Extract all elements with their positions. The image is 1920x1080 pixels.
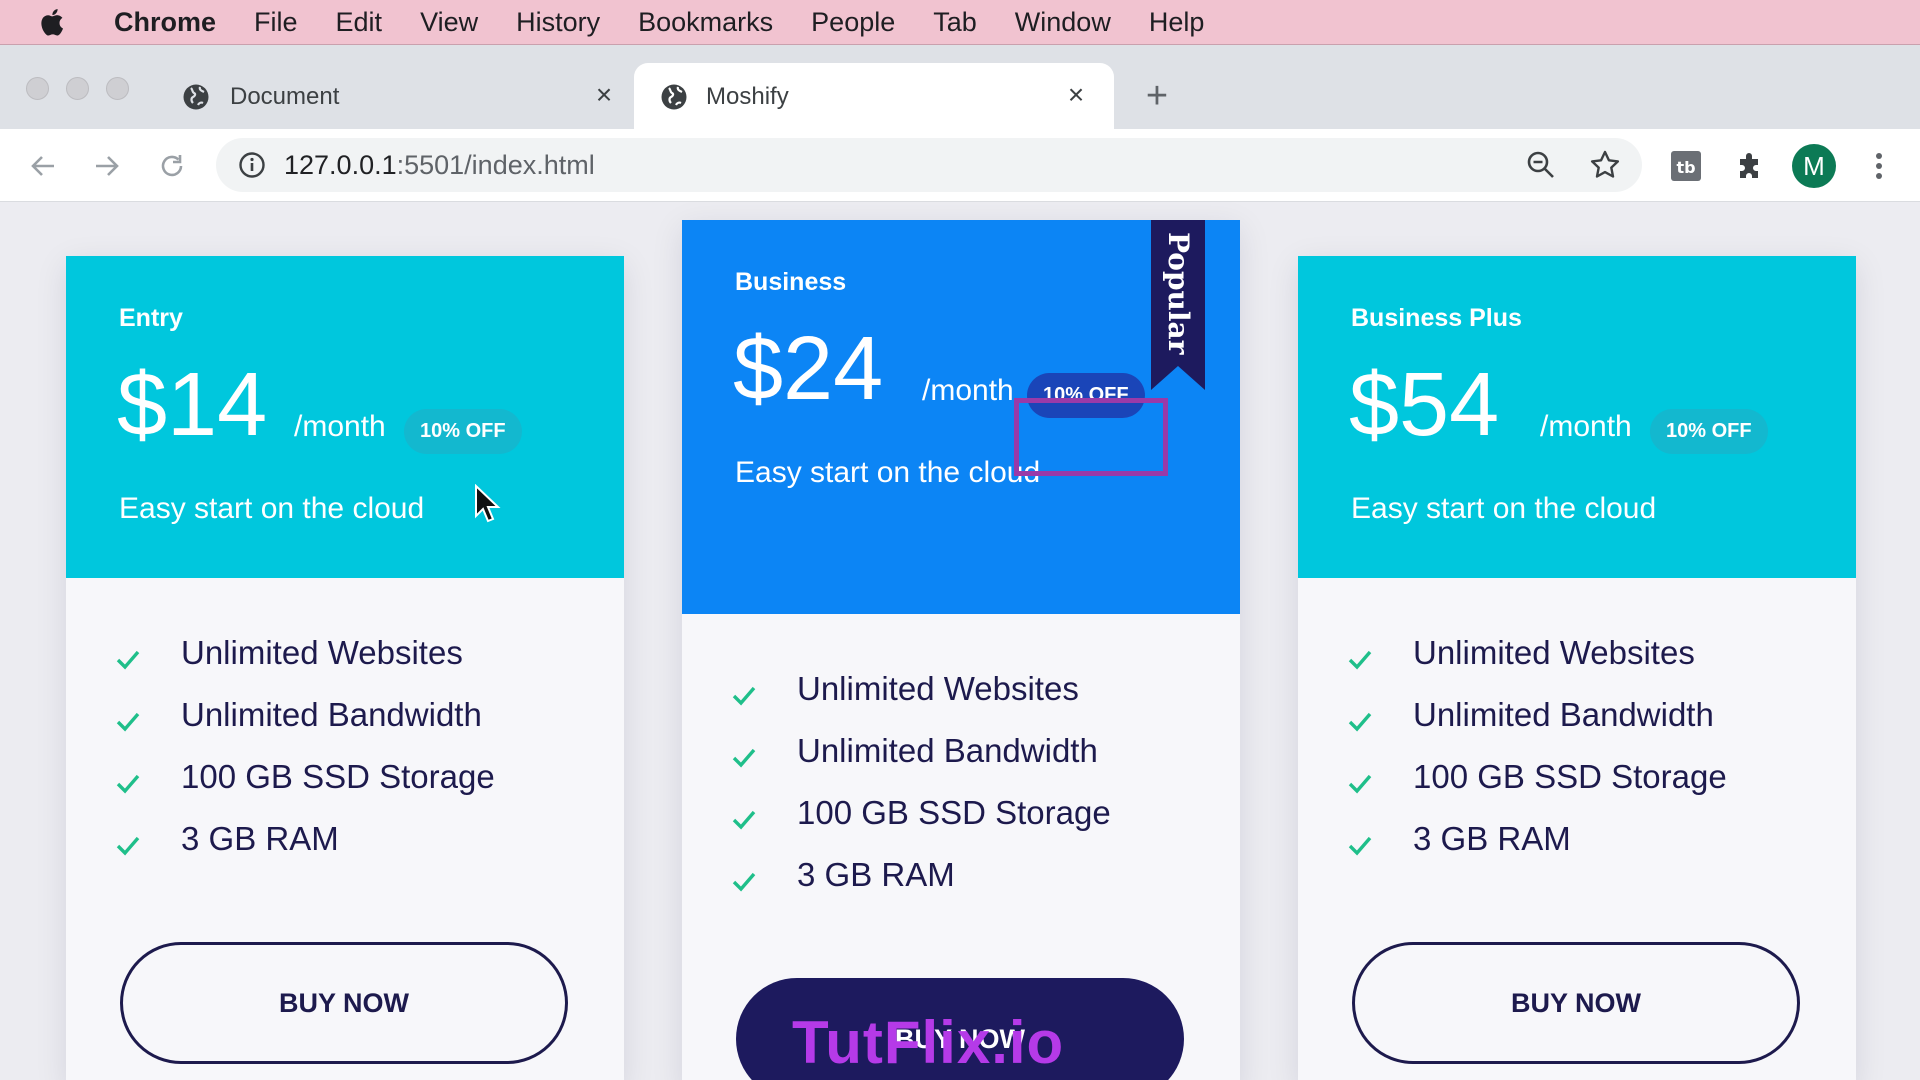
site-info-icon[interactable] bbox=[238, 151, 266, 179]
window-minimize-dot[interactable] bbox=[66, 77, 89, 100]
plan-tagline: Easy start on the cloud bbox=[119, 492, 425, 525]
tab-moshify[interactable]: Moshify × bbox=[634, 63, 1114, 129]
check-icon bbox=[1348, 774, 1372, 794]
menu-bookmarks[interactable]: Bookmarks bbox=[638, 7, 773, 38]
check-icon bbox=[732, 748, 756, 768]
extensions-puzzle-icon[interactable] bbox=[1732, 148, 1768, 184]
feature-text: 100 GB SSD Storage bbox=[797, 794, 1111, 831]
address-bar[interactable]: 127.0.0.1:5501/index.html bbox=[216, 138, 1642, 192]
plan-name: Entry bbox=[119, 304, 183, 332]
plan-price: $14 bbox=[117, 355, 268, 455]
check-icon bbox=[732, 686, 756, 706]
pricing-card-entry: Entry $14 /month 10% OFF Easy start on t… bbox=[66, 256, 624, 1080]
url-host: 127.0.0.1 bbox=[284, 150, 397, 180]
tab-title-moshify: Moshify bbox=[706, 83, 789, 110]
zoom-out-icon[interactable] bbox=[1526, 150, 1556, 180]
feature-text: Unlimited Websites bbox=[181, 634, 463, 671]
window-zoom-dot[interactable] bbox=[106, 77, 129, 100]
feature-text: 3 GB RAM bbox=[181, 820, 339, 857]
pricing-card-header: Business Plus $54 /month 10% OFF Easy st… bbox=[1298, 256, 1856, 578]
apple-logo-icon[interactable] bbox=[40, 7, 70, 37]
plan-name: Business Plus bbox=[1351, 304, 1522, 332]
plan-period: /month bbox=[922, 374, 1014, 407]
bookmark-star-icon[interactable] bbox=[1589, 149, 1621, 181]
plan-period: /month bbox=[294, 410, 386, 443]
globe-icon bbox=[660, 83, 688, 111]
more-menu-icon[interactable] bbox=[1862, 148, 1896, 184]
back-arrow-icon[interactable] bbox=[26, 149, 60, 183]
menu-help[interactable]: Help bbox=[1149, 7, 1205, 38]
feature-text: Unlimited Websites bbox=[797, 670, 1079, 707]
forward-arrow-icon[interactable] bbox=[90, 149, 124, 183]
menu-file[interactable]: File bbox=[254, 7, 298, 38]
window-close-dot[interactable] bbox=[26, 77, 49, 100]
tab-close-icon[interactable]: × bbox=[1062, 81, 1090, 109]
mouse-cursor-icon bbox=[475, 484, 501, 523]
discount-badge: 10% OFF bbox=[404, 409, 522, 454]
menu-edit[interactable]: Edit bbox=[336, 7, 383, 38]
svg-text:tb: tb bbox=[1676, 158, 1695, 177]
check-icon bbox=[116, 650, 140, 670]
url-path: :5501/index.html bbox=[396, 150, 595, 180]
check-icon bbox=[1348, 836, 1372, 856]
feature-text: Unlimited Bandwidth bbox=[797, 732, 1098, 769]
feature-text: 100 GB SSD Storage bbox=[181, 758, 495, 795]
browser-tab-strip: Document × Moshify × + bbox=[0, 45, 1920, 129]
new-tab-plus-icon[interactable]: + bbox=[1140, 77, 1174, 115]
buy-now-button[interactable]: BUY NOW bbox=[120, 942, 568, 1064]
feature-text: 3 GB RAM bbox=[797, 856, 955, 893]
highlight-annotation-box bbox=[1014, 398, 1168, 476]
buy-now-button[interactable]: BUY NOW bbox=[1352, 942, 1800, 1064]
reload-icon[interactable] bbox=[155, 149, 189, 183]
feature-text: Unlimited Bandwidth bbox=[1413, 696, 1714, 733]
menu-people[interactable]: People bbox=[811, 7, 895, 38]
menu-window[interactable]: Window bbox=[1015, 7, 1111, 38]
tab-title-document: Document bbox=[230, 83, 340, 110]
menu-app-chrome[interactable]: Chrome bbox=[114, 7, 216, 38]
menu-view[interactable]: View bbox=[420, 7, 478, 38]
check-icon bbox=[116, 836, 140, 856]
watermark-text: TutFlix.io bbox=[792, 1009, 1065, 1076]
discount-badge: 10% OFF bbox=[1650, 409, 1768, 454]
url-text[interactable]: 127.0.0.1:5501/index.html bbox=[284, 150, 595, 181]
check-icon bbox=[116, 774, 140, 794]
pricing-card-business: Business $24 /month 10% OFF Easy start o… bbox=[682, 220, 1240, 1080]
popular-ribbon-label: Popular bbox=[1162, 232, 1195, 355]
check-icon bbox=[732, 810, 756, 830]
profile-avatar[interactable]: M bbox=[1792, 144, 1836, 188]
feature-text: 100 GB SSD Storage bbox=[1413, 758, 1727, 795]
tab-document[interactable]: Document × bbox=[182, 63, 622, 129]
mac-menu-bar: Chrome File Edit View History Bookmarks … bbox=[0, 0, 1920, 45]
tab-close-icon[interactable]: × bbox=[590, 81, 618, 109]
plan-tagline: Easy start on the cloud bbox=[1351, 492, 1657, 525]
menu-tab[interactable]: Tab bbox=[933, 7, 977, 38]
menu-history[interactable]: History bbox=[516, 7, 600, 38]
globe-icon bbox=[182, 83, 210, 111]
pricing-card-header: Entry $14 /month 10% OFF Easy start on t… bbox=[66, 256, 624, 578]
check-icon bbox=[732, 872, 756, 892]
plan-tagline: Easy start on the cloud bbox=[735, 456, 1041, 489]
plan-price: $24 bbox=[733, 319, 884, 419]
check-icon bbox=[1348, 712, 1372, 732]
browser-toolbar: 127.0.0.1:5501/index.html tb M bbox=[0, 129, 1920, 202]
check-icon bbox=[1348, 650, 1372, 670]
feature-text: Unlimited Websites bbox=[1413, 634, 1695, 671]
feature-text: Unlimited Bandwidth bbox=[181, 696, 482, 733]
feature-text: 3 GB RAM bbox=[1413, 820, 1571, 857]
extension-tb-icon[interactable]: tb bbox=[1668, 148, 1704, 184]
check-icon bbox=[116, 712, 140, 732]
plan-period: /month bbox=[1540, 410, 1632, 443]
plan-price: $54 bbox=[1349, 355, 1500, 455]
page-viewport: Entry $14 /month 10% OFF Easy start on t… bbox=[0, 202, 1920, 1080]
pricing-card-business-plus: Business Plus $54 /month 10% OFF Easy st… bbox=[1298, 256, 1856, 1080]
plan-name: Business bbox=[735, 268, 847, 296]
